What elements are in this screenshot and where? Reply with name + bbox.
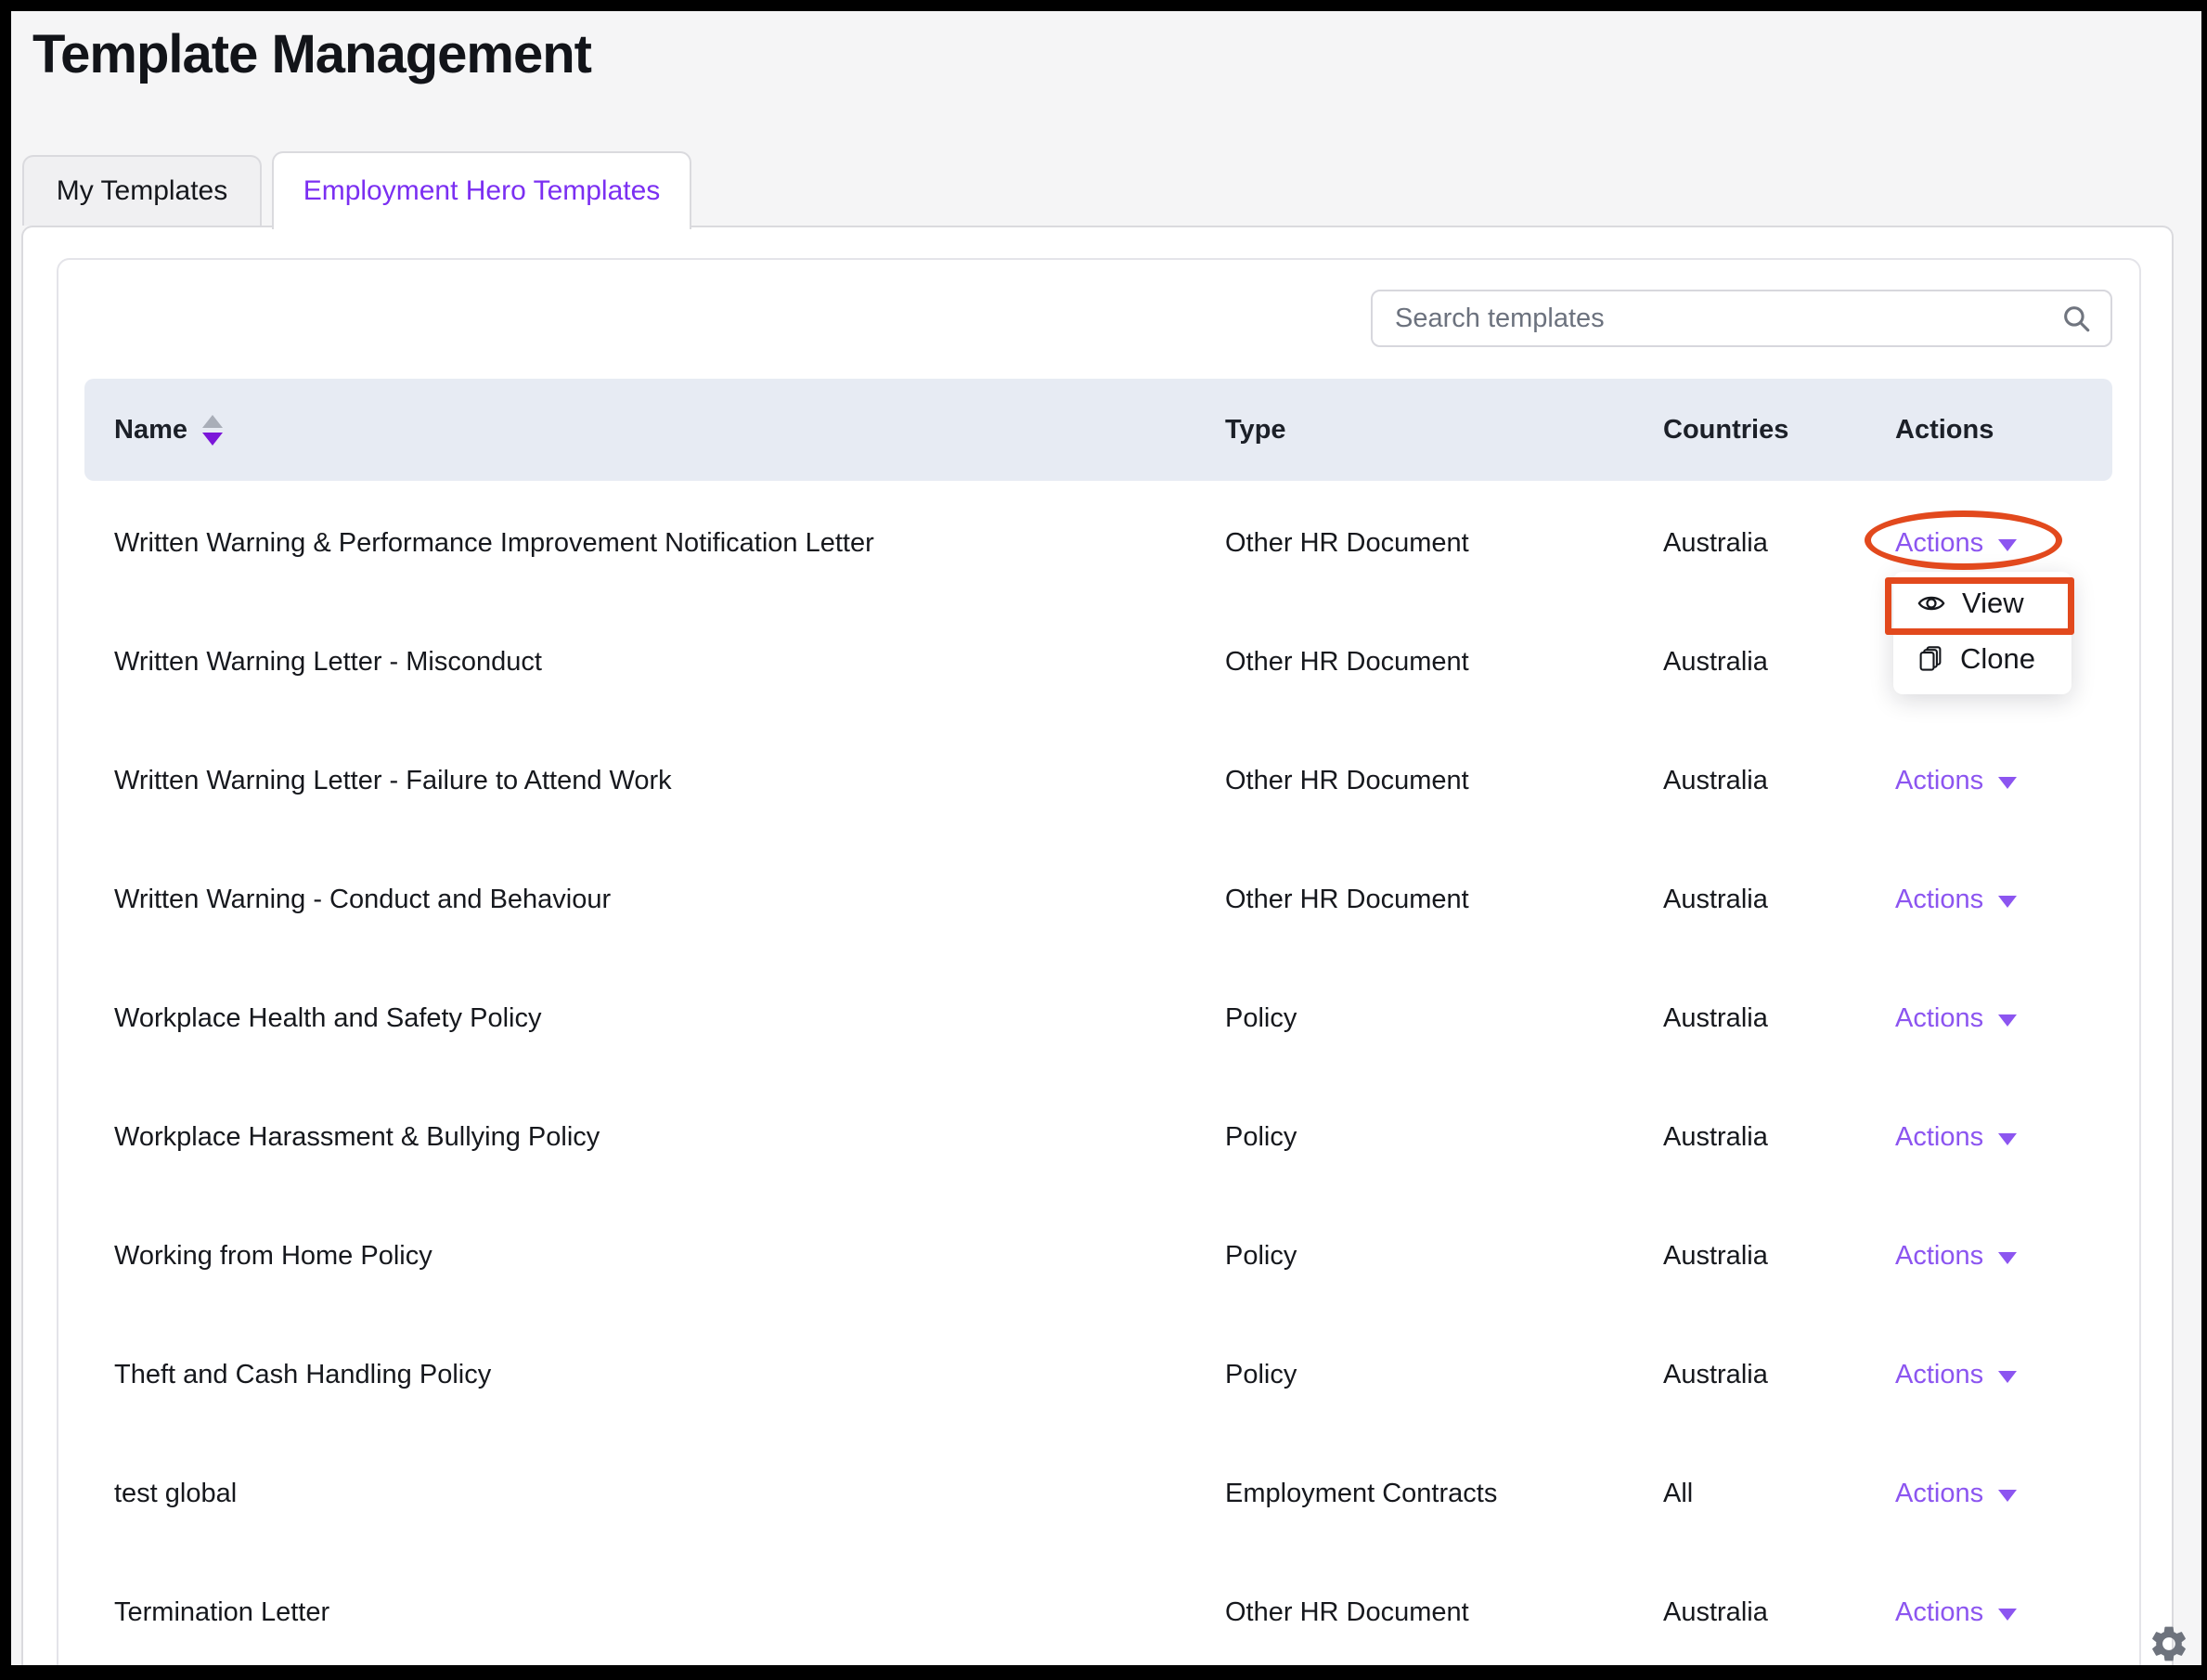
template-countries: Australia: [1633, 1553, 1865, 1665]
table-row: test global Employment Contracts All Act…: [84, 1434, 2112, 1553]
table-row: Workplace Harassment & Bullying Policy P…: [84, 1078, 2112, 1196]
chevron-down-icon: [1998, 1490, 2017, 1502]
template-type: Policy: [1195, 1078, 1633, 1196]
chevron-down-icon: [1998, 777, 2017, 789]
actions-dropdown-button[interactable]: Actions: [1895, 1597, 2017, 1628]
template-name: Working from Home Policy: [84, 1196, 1195, 1315]
template-type: Other HR Document: [1195, 1553, 1633, 1665]
template-name: Workplace Health and Safety Policy: [84, 959, 1195, 1078]
template-countries: Australia: [1633, 602, 1865, 721]
sort-ascending-icon: [202, 415, 223, 428]
actions-dropdown-button[interactable]: Actions: [1895, 1003, 2017, 1034]
template-countries: All: [1633, 1434, 1865, 1553]
template-countries: Australia: [1633, 840, 1865, 959]
template-name: Written Warning Letter - Failure to Atte…: [84, 721, 1195, 840]
chevron-down-icon: [1998, 1014, 2017, 1027]
chevron-down-icon: [1998, 1609, 2017, 1621]
page-title: Template Management: [32, 23, 591, 85]
column-header-countries: Countries: [1633, 379, 1865, 481]
actions-dropdown-button[interactable]: Actions: [1895, 766, 2017, 796]
column-header-name[interactable]: Name: [84, 379, 1195, 481]
actions-dropdown-button[interactable]: Actions: [1895, 1122, 2017, 1153]
template-name: Written Warning & Performance Improvemen…: [84, 484, 1195, 602]
table-row: Working from Home Policy Policy Australi…: [84, 1196, 2112, 1315]
column-header-actions: Actions: [1865, 379, 2112, 481]
annotation-rectangle: [1885, 577, 2074, 635]
template-type: Other HR Document: [1195, 721, 1633, 840]
tab-employment-hero-templates-label: Employment Hero Templates: [303, 175, 661, 207]
template-type: Policy: [1195, 1315, 1633, 1434]
template-countries: Australia: [1633, 1315, 1865, 1434]
chevron-down-icon: [1998, 1252, 2017, 1264]
table-row: Written Warning & Performance Improvemen…: [84, 484, 2112, 602]
column-header-type: Type: [1195, 379, 1633, 481]
table-row: Written Warning - Conduct and Behaviour …: [84, 840, 2112, 959]
actions-dropdown-button[interactable]: Actions: [1895, 885, 2017, 915]
actions-dropdown-button[interactable]: Actions: [1895, 1479, 2017, 1509]
actions-dropdown-button[interactable]: Actions: [1895, 1241, 2017, 1272]
search-icon[interactable]: [2060, 303, 2092, 334]
table-header-row: Name Type Countries Actions: [84, 379, 2112, 481]
tab-my-templates-label: My Templates: [57, 175, 228, 207]
template-type: Employment Contracts: [1195, 1434, 1633, 1553]
template-name: Written Warning Letter - Misconduct: [84, 602, 1195, 721]
chevron-down-icon: [1998, 896, 2017, 908]
template-type: Policy: [1195, 1196, 1633, 1315]
table-row: Termination Letter Other HR Document Aus…: [84, 1553, 2112, 1665]
template-name: Written Warning - Conduct and Behaviour: [84, 840, 1195, 959]
actions-dropdown-button[interactable]: Actions: [1895, 1360, 2017, 1390]
table-row: Written Warning Letter - Misconduct Othe…: [84, 602, 2112, 721]
table-row: Workplace Health and Safety Policy Polic…: [84, 959, 2112, 1078]
template-name: Workplace Harassment & Bullying Policy: [84, 1078, 1195, 1196]
annotation-ellipse: [1865, 510, 2062, 570]
tab-my-templates[interactable]: My Templates: [22, 155, 262, 226]
table-row: Theft and Cash Handling Policy Policy Au…: [84, 1315, 2112, 1434]
gear-icon[interactable]: [2148, 1622, 2190, 1665]
chevron-down-icon: [1998, 1371, 2017, 1383]
template-countries: Australia: [1633, 959, 1865, 1078]
tab-employment-hero-templates[interactable]: Employment Hero Templates: [272, 151, 691, 229]
template-management-page: Template Management My Templates Employm…: [11, 11, 2201, 1665]
template-name: Termination Letter: [84, 1553, 1195, 1665]
search-field: [1371, 290, 2112, 347]
sort-arrows-icon[interactable]: [202, 415, 223, 446]
template-name: Theft and Cash Handling Policy: [84, 1315, 1195, 1434]
chevron-down-icon: [1998, 1133, 2017, 1145]
template-type: Policy: [1195, 959, 1633, 1078]
template-type: Other HR Document: [1195, 602, 1633, 721]
table-row: Written Warning Letter - Failure to Atte…: [84, 721, 2112, 840]
search-input[interactable]: [1373, 304, 2060, 334]
template-countries: Australia: [1633, 721, 1865, 840]
template-countries: Australia: [1633, 1078, 1865, 1196]
clone-icon: [1917, 645, 1943, 673]
template-countries: Australia: [1633, 484, 1865, 602]
template-type: Other HR Document: [1195, 484, 1633, 602]
template-countries: Australia: [1633, 1196, 1865, 1315]
screenshot-frame: Template Management My Templates Employm…: [0, 0, 2207, 1680]
sort-descending-icon: [202, 433, 223, 446]
menu-item-clone[interactable]: Clone: [1893, 631, 2071, 687]
template-type: Other HR Document: [1195, 840, 1633, 959]
template-name: test global: [84, 1434, 1195, 1553]
